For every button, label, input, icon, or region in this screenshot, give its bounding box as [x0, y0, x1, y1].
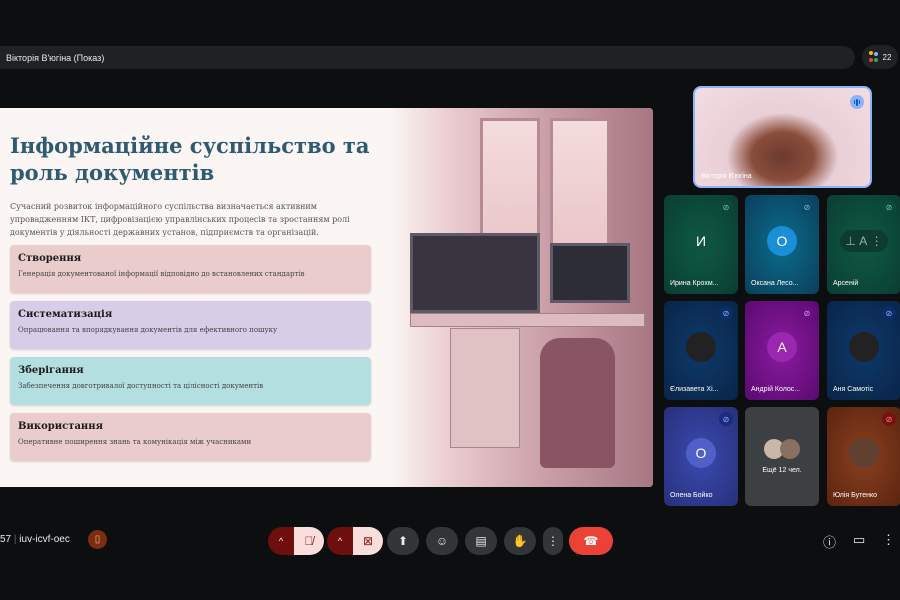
video-options-button[interactable]: ^: [327, 527, 353, 555]
mic-off-icon: ⊘: [719, 412, 733, 426]
participants-icon: [868, 51, 879, 63]
participant-tile[interactable]: ⊘ А Андрій Колос...: [745, 301, 819, 400]
slide-intro: Сучасний розвиток інформаційного суспіль…: [10, 202, 350, 237]
mic-off-icon: ⊘: [882, 306, 896, 320]
hang-up-icon: ☎: [583, 534, 599, 548]
present-icon: ⬆: [397, 534, 409, 548]
participant-tile[interactable]: ⊘ О Олена Бойко: [664, 407, 738, 506]
participant-tile[interactable]: ⊘ О Оксана Лесо...: [745, 195, 819, 294]
card-usage: Використання Оперативне поширення знань т…: [10, 413, 371, 461]
present-button[interactable]: ⬆: [387, 527, 419, 555]
activities-grid-icon[interactable]: ⋮⋮: [882, 532, 900, 548]
participant-tile[interactable]: ⊘ ⊥ А ⋮ Арсеній: [827, 195, 900, 294]
time-fragment: 57: [0, 534, 12, 545]
avatar-photo: [849, 331, 879, 362]
pin-menu-overlay[interactable]: ⊥ А ⋮: [840, 229, 888, 252]
participants-button[interactable]: 22: [862, 45, 898, 69]
more-icon: ⋮: [547, 534, 559, 548]
mic-off-icon: ⊘: [800, 200, 814, 214]
slide-title: Інформаційне суспільство та роль докумен…: [10, 133, 370, 185]
camera-off-button[interactable]: ⊠: [353, 527, 383, 555]
meeting-code: iuv-icvf-oec: [19, 534, 70, 545]
captions-button[interactable]: ▤: [465, 527, 497, 555]
emoji-icon: ☺: [435, 534, 449, 548]
emoji-button[interactable]: ☺: [426, 527, 458, 555]
card-creation: Створення Генерація документованої інформ…: [10, 245, 371, 293]
participant-tile[interactable]: ⊘ И Ирина Крохм...: [664, 195, 738, 294]
participant-tile[interactable]: ⊘ Юлія Бутенко: [827, 407, 900, 506]
office-illustration: [390, 108, 653, 487]
mic-off-icon: ⊘: [719, 306, 733, 320]
self-view-tile[interactable]: Вікторія В'югіна: [693, 86, 872, 188]
mic-off-icon: ⊘: [882, 412, 896, 426]
control-bar: 57 | iuv-icvf-oec ▯ ^ 🎙̸ ^ ⊠ ⬆ ☺ ▤ ✋ ⋮ ☎ ⓘ…: [0, 527, 900, 555]
mic-off-icon: ⊘: [882, 200, 896, 214]
avatar-stack: [762, 434, 802, 464]
mic-off-icon: ⊘: [719, 200, 733, 214]
chat-icon[interactable]: ▭: [853, 532, 865, 548]
self-name: Вікторія В'югіна: [701, 173, 752, 180]
raise-hand-button[interactable]: ✋: [504, 527, 536, 555]
more-participants-tile[interactable]: Ещё 12 чел.: [745, 407, 819, 506]
captions-icon: ▤: [475, 534, 487, 548]
mic-off-button[interactable]: 🎙̸: [294, 527, 324, 555]
more-options-button[interactable]: ⋮: [543, 527, 563, 555]
mic-off-icon: ⊘: [800, 306, 814, 320]
door-icon[interactable]: ▯: [88, 530, 107, 549]
leave-call-button[interactable]: ☎: [569, 527, 613, 555]
card-storage: Зберігання Забезпечення довготривалої дос…: [10, 357, 371, 405]
audio-options-button[interactable]: ^: [268, 527, 294, 555]
shared-slide: Інформаційне суспільство та роль докумен…: [0, 108, 653, 487]
speaking-indicator-icon: [850, 95, 864, 109]
hand-icon: ✋: [512, 534, 528, 548]
info-icon[interactable]: ⓘ: [823, 532, 836, 551]
pin-icon: ⊥: [845, 233, 856, 248]
presenter-label: Вікторія В'югіна (Показ): [6, 52, 105, 63]
participant-tile[interactable]: ⊘ Єлизавета Хі...: [664, 301, 738, 400]
card-systematization: Систематизація Опрацювання та впорядкуван…: [10, 301, 371, 349]
participant-tile[interactable]: ⊘ Аня Самотіс: [827, 301, 900, 400]
participant-count: 22: [882, 52, 892, 62]
avatar-photo: [686, 331, 716, 362]
presentation-bar[interactable]: Вікторія В'югіна (Показ): [0, 46, 855, 69]
avatar-photo: [849, 437, 879, 468]
